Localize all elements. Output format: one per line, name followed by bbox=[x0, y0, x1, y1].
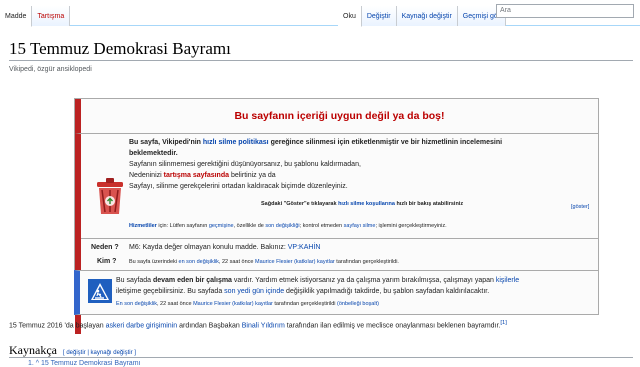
notice-heading: Bu sayfanın içeriği uygun değil ya da bo… bbox=[234, 110, 445, 122]
admins-link[interactable]: Hizmetliler bbox=[129, 223, 157, 229]
binali-yildirim-link[interactable]: Binali Yıldırım bbox=[242, 322, 285, 329]
page-subtitle: Vikipedi, özgür ansiklopedi bbox=[9, 66, 92, 73]
article-text: 15 Temmuz 2016 'da başlayan bbox=[9, 322, 106, 330]
admins-text: ; kontrol etmeden bbox=[299, 223, 344, 229]
in-use-line-3: En son değişiklik, 22 saat önce Maurice … bbox=[116, 301, 379, 307]
who-text: Bu sayfa üzerindeki en son değişiklik, 2… bbox=[129, 259, 399, 265]
trash-can-icon bbox=[97, 178, 123, 214]
reason-text: M6: Kayda değer olmayan konulu madde. Ba… bbox=[129, 242, 320, 253]
delete-page-link[interactable]: sayfayı silme bbox=[344, 223, 376, 229]
notice-text: Nedeninizi bbox=[129, 172, 164, 179]
in-use-notice: Bu sayfada devam eden bir çalışma vardır… bbox=[74, 270, 599, 315]
user-link[interactable]: Maurice Flesier (katkılar) kayıtlar bbox=[193, 301, 273, 307]
in-use-text: Bu sayfada bbox=[116, 277, 153, 284]
last-diff-link[interactable]: son değişikliği bbox=[265, 223, 299, 229]
who-value: tarafından gerçekleştirildi. bbox=[334, 259, 399, 265]
search-input[interactable]: Ara bbox=[496, 4, 634, 18]
notice-line-3: Sayfanın silinmemesi gerektiğini düşünüy… bbox=[129, 161, 361, 168]
article-text: tarafından ilan edilmiş ve meclisce onay… bbox=[284, 322, 501, 330]
criteria-link[interactable]: hızlı silme koşullarına bbox=[338, 201, 395, 207]
contributors-link[interactable]: kişilerle bbox=[496, 277, 519, 284]
references-heading-text: Kaynakça bbox=[9, 343, 57, 357]
view-tabs: Oku Değiştir Kaynağı değiştir Geçmişi gö… bbox=[338, 6, 507, 27]
heading-divider bbox=[9, 357, 633, 358]
criteria-line: Sağdaki "Göster"e tıklayarak hızlı silme… bbox=[261, 201, 463, 207]
speedy-policy-link[interactable]: hızlı silme politikası bbox=[203, 139, 269, 146]
last-change-link[interactable]: En son değişiklik bbox=[116, 301, 157, 307]
page-title: 15 Temmuz Demokrasi Bayramı bbox=[9, 39, 231, 58]
user-link[interactable]: Maurice Flesier (katkılar) kayıtlar bbox=[255, 259, 335, 265]
divider bbox=[81, 238, 598, 239]
criteria-text: hızlı bir bakış atabilirsiniz bbox=[394, 201, 464, 207]
tab-edit-source[interactable]: Kaynağı değiştir bbox=[396, 6, 458, 26]
reference-1-link[interactable]: [1] bbox=[500, 320, 506, 326]
criteria-text: Sağdaki "Göster"e tıklayarak bbox=[261, 201, 339, 207]
title-divider bbox=[9, 60, 633, 61]
reference-item: 1. ^ 15 Temmuz Demokrasi Bayramı bbox=[28, 360, 140, 367]
in-use-text: vardır. Yardım etmek istiyorsanız ya da … bbox=[231, 277, 496, 284]
tab-talk[interactable]: Tartışma bbox=[32, 6, 71, 26]
reason-link[interactable]: VP:KAHİN bbox=[288, 244, 321, 251]
in-use-text: iletişime geçebilirsiniz. Bu sayfada bbox=[116, 288, 225, 295]
notice-line-4: Nedeninizi tartışma sayfasında belirtini… bbox=[129, 170, 276, 181]
article-text: ardından Başbakan bbox=[177, 322, 242, 330]
in-use-text: tarafından gerçekleştirildi bbox=[272, 301, 338, 307]
in-use-text: değişiklik yapılmadığı takdirde, bu şabl… bbox=[284, 288, 490, 295]
talk-page-link[interactable]: tartışma sayfasında bbox=[164, 172, 229, 179]
reason-value: M6: Kayda değer olmayan konulu madde. Ba… bbox=[129, 244, 288, 251]
in-use-line-2: iletişime geçebilirsiniz. Bu sayfada son… bbox=[116, 286, 489, 297]
purge-cache-link[interactable]: (önbelleği boşalt) bbox=[337, 301, 379, 307]
admins-text: , özellikle de bbox=[233, 223, 266, 229]
who-label: Kim ? bbox=[97, 258, 117, 265]
notice-line-1: Bu sayfa, Vikipedi'nin hızlı silme polit… bbox=[129, 137, 502, 148]
who-value: Bu sayfa üzerindeki bbox=[129, 259, 179, 265]
coup-attempt-link[interactable]: askeri darbe girişiminin bbox=[106, 322, 178, 329]
notice-header: Bu sayfanın içeriği uygun değil ya da bo… bbox=[75, 99, 598, 133]
last-seven-days-link[interactable]: son yedi gün içinde bbox=[224, 288, 284, 295]
in-use-text: , 22 saat önce bbox=[156, 301, 194, 307]
history-link[interactable]: geçmişine bbox=[209, 223, 234, 229]
in-use-text-bold: devam eden bir çalışma bbox=[152, 277, 232, 284]
tab-article[interactable]: Madde bbox=[0, 6, 33, 27]
tab-read[interactable]: Oku bbox=[338, 6, 362, 27]
namespace-tabs: Madde Tartışma bbox=[0, 6, 71, 27]
reference-1-external-link[interactable]: 1. ^ 15 Temmuz Demokrasi Bayramı bbox=[28, 360, 140, 367]
admins-text: ; işlemini gerçekleştirmeyiniz. bbox=[375, 223, 447, 229]
notice-line-2: beklemektedir. bbox=[129, 150, 178, 157]
under-construction-icon bbox=[88, 279, 112, 303]
notice-text: Bu sayfa, Vikipedi'nin bbox=[129, 139, 203, 146]
who-value: , 22 saat önce bbox=[218, 259, 255, 265]
in-use-line-1: Bu sayfada devam eden bir çalışma vardır… bbox=[116, 275, 519, 286]
show-criteria-link[interactable]: [göster] bbox=[571, 204, 589, 210]
admins-text: için: Lütfen sayfanın bbox=[156, 223, 209, 229]
notice-text: gereğince silinmesi için etiketlenmiştir… bbox=[268, 139, 503, 146]
references-heading: Kaynakça [ değiştir | kaynağı değiştir ] bbox=[9, 343, 136, 358]
article-paragraph: 15 Temmuz 2016 'da başlayan askeri darbe… bbox=[9, 320, 507, 329]
admins-line: Hizmetliler için: Lütfen sayfanın geçmiş… bbox=[129, 223, 447, 229]
reason-label: Neden ? bbox=[91, 244, 119, 251]
last-change-link[interactable]: en son değişiklik bbox=[179, 259, 219, 265]
tab-edit[interactable]: Değiştir bbox=[361, 6, 397, 26]
section-edit-link[interactable]: [ değiştir | kaynağı değiştir ] bbox=[63, 350, 136, 356]
notice-line-5: Sayfayı, silinme gerekçelerini ortadan k… bbox=[129, 183, 348, 190]
notice-text: belirtiniz ya da bbox=[229, 172, 276, 179]
section-edit-links[interactable]: [ değiştir | kaynağı değiştir ] bbox=[63, 350, 136, 356]
